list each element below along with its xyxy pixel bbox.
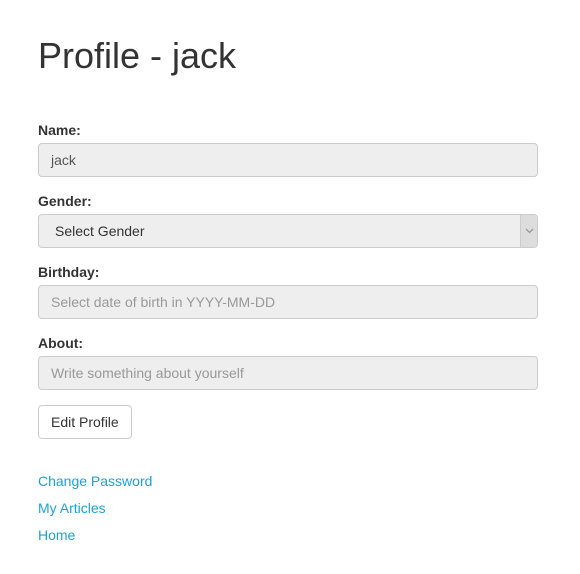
name-field[interactable]: jack xyxy=(38,143,538,177)
gender-select[interactable]: Select Gender xyxy=(38,214,538,248)
name-label: Name: xyxy=(38,122,81,138)
birthday-field[interactable]: Select date of birth in YYYY-MM-DD xyxy=(38,285,538,319)
gender-select-value: Select Gender xyxy=(55,223,145,239)
home-link[interactable]: Home xyxy=(38,526,75,544)
birthday-label: Birthday: xyxy=(38,264,100,280)
about-field[interactable]: Write something about yourself xyxy=(38,356,538,390)
profile-page: Profile - jack Name: jack Gender: Select… xyxy=(0,0,580,574)
my-articles-link[interactable]: My Articles xyxy=(38,499,106,517)
page-title: Profile - jack xyxy=(38,35,237,76)
chevron-down-icon[interactable] xyxy=(520,215,537,247)
gender-label: Gender: xyxy=(38,193,92,209)
change-password-link[interactable]: Change Password xyxy=(38,472,152,490)
edit-profile-button[interactable]: Edit Profile xyxy=(38,405,132,439)
about-label: About: xyxy=(38,335,84,351)
